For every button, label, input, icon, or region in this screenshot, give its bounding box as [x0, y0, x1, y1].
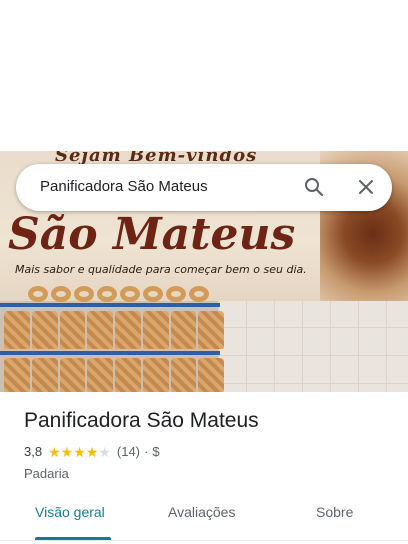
star-icon: ★: [85, 443, 99, 460]
star-icon: ★: [48, 443, 61, 460]
star-empty-icon: ★: [98, 443, 111, 460]
place-title: Panificadora São Mateus: [24, 409, 259, 432]
search-query[interactable]: Panificadora São Mateus: [40, 178, 208, 195]
rating-row[interactable]: 3,8 ★ ★ ★ ★ ★ (14) · $: [24, 444, 160, 459]
tab-reviews[interactable]: Avaliações: [168, 504, 235, 520]
tabs-divider: [0, 540, 408, 541]
rating-value: 3,8: [24, 444, 43, 459]
place-tabs: Visão geral Avaliações Sobre: [0, 496, 408, 540]
bread-bags-row-2: [0, 358, 224, 392]
star-icon: ★: [60, 443, 74, 460]
rating-stars: ★ ★ ★ ★ ★: [48, 445, 111, 459]
close-icon[interactable]: [356, 177, 376, 197]
review-count[interactable]: (14): [117, 444, 140, 459]
bread-bags-row-1: [0, 311, 224, 349]
star-icon: ★: [73, 443, 86, 460]
place-category: Padaria: [24, 466, 69, 481]
banner-tagline-text: Mais sabor e qualidade para começar bem …: [15, 263, 307, 276]
tab-overview[interactable]: Visão geral: [35, 504, 105, 520]
search-icon[interactable]: [304, 177, 324, 197]
search-bar[interactable]: Panificadora São Mateus: [16, 164, 392, 211]
banner-name-text: São Mateus: [8, 209, 296, 260]
shelf-middle: [0, 351, 220, 355]
price-level: $: [152, 444, 160, 459]
bread-rings: [28, 286, 209, 302]
shelf-top: [0, 303, 220, 307]
separator-dot: ·: [144, 444, 149, 459]
tab-about[interactable]: Sobre: [316, 504, 353, 520]
